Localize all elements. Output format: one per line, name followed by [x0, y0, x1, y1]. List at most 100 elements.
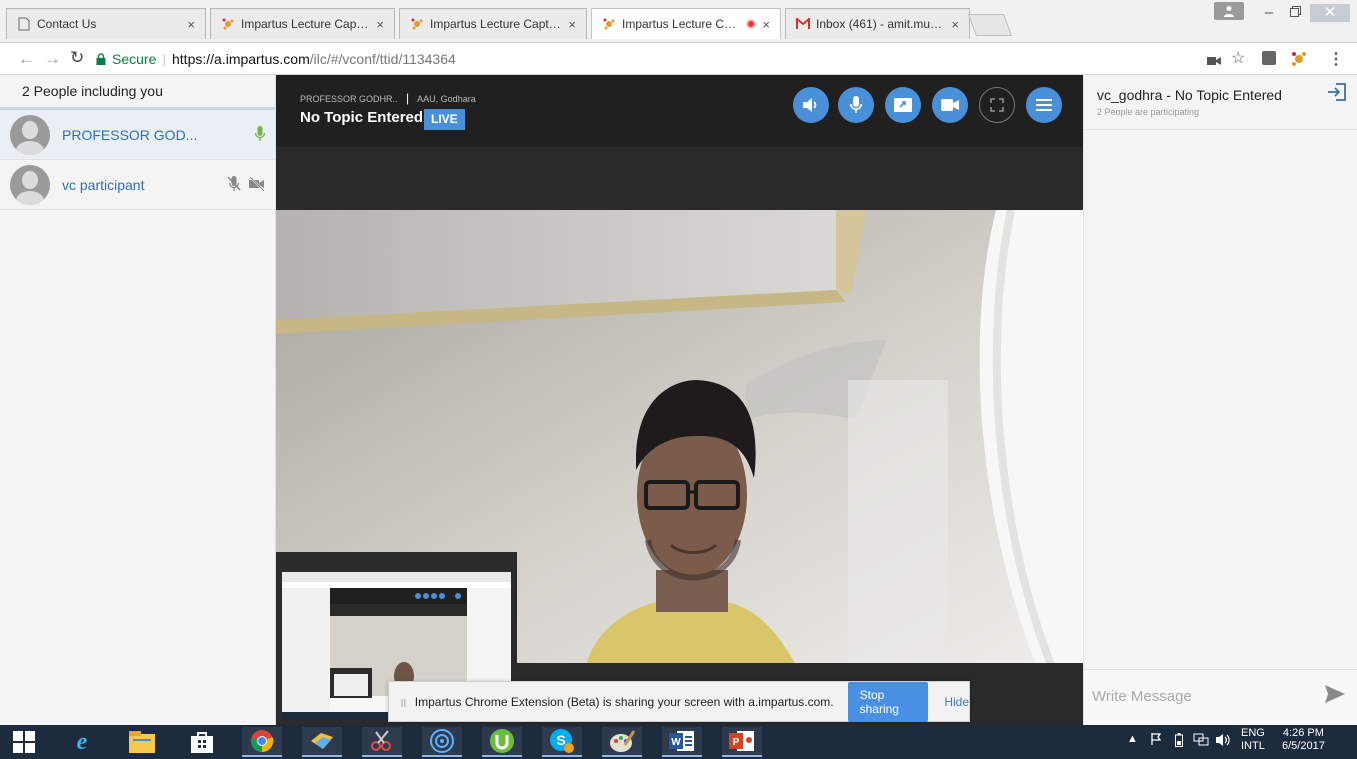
- tab-title: Inbox (461) - amit.mukhe: [816, 17, 946, 31]
- chat-subtitle: 2 People are participating: [1097, 107, 1200, 117]
- impartus-extension-icon[interactable]: [1290, 49, 1308, 72]
- action-flag-icon[interactable]: [1151, 733, 1165, 748]
- taskbar-snipping[interactable]: [362, 727, 402, 757]
- taskbar-files[interactable]: [302, 727, 342, 757]
- taskbar-media[interactable]: [422, 727, 462, 757]
- close-icon[interactable]: ×: [187, 17, 195, 32]
- close-window-icon[interactable]: ✕: [1310, 4, 1350, 22]
- fullscreen-icon: [990, 98, 1004, 112]
- tab-impartus-active[interactable]: Impartus Lecture Capture ×: [591, 8, 781, 39]
- start-icon: [13, 731, 35, 753]
- secure-indicator[interactable]: Secure: [96, 51, 156, 67]
- back-icon[interactable]: ←: [18, 49, 35, 69]
- extension-icon[interactable]: [1262, 51, 1276, 65]
- store-icon: [191, 732, 213, 753]
- file-explorer-icon: [129, 731, 155, 753]
- tab-impartus-1[interactable]: Impartus Lecture Capture ×: [210, 8, 395, 39]
- reload-icon[interactable]: ↻: [70, 48, 84, 68]
- close-icon[interactable]: ×: [951, 17, 959, 32]
- impartus-icon: [410, 17, 424, 31]
- volume-icon: [803, 98, 817, 112]
- powerpoint-icon: P: [729, 731, 754, 751]
- windows-taskbar: e S W P ▲ ENG INTL 4:26 PM 6/5/2017: [0, 725, 1357, 759]
- taskbar-ie[interactable]: e: [62, 727, 102, 757]
- volume-button[interactable]: [793, 87, 829, 123]
- browser-tab-strip: Contact Us × Impartus Lecture Capture × …: [0, 0, 1357, 43]
- fullscreen-button[interactable]: [979, 87, 1015, 123]
- screen-share-icon: [894, 98, 912, 112]
- close-icon[interactable]: ×: [762, 17, 770, 32]
- minimize-icon[interactable]: –: [1257, 4, 1281, 22]
- session-info: PROFESSOR GODHR.. | AAU, Godhara: [300, 91, 476, 105]
- close-icon[interactable]: ×: [376, 17, 384, 32]
- battery-icon[interactable]: [1175, 733, 1183, 750]
- restore-icon[interactable]: [1283, 4, 1307, 22]
- ie-icon: e: [76, 728, 88, 755]
- bookmark-star-icon[interactable]: ☆: [1231, 48, 1245, 68]
- message-composer: [1084, 669, 1357, 725]
- tab-title: Contact Us: [37, 17, 97, 31]
- participant-name: PROFESSOR GOD...: [62, 126, 198, 143]
- chat-title: vc_godhra - No Topic Entered: [1097, 87, 1282, 103]
- tab-title: Impartus Lecture Capture: [622, 17, 742, 31]
- camera-icon: [941, 99, 959, 111]
- taskbar-paint[interactable]: [602, 727, 642, 757]
- tab-gmail[interactable]: Inbox (461) - amit.mukhe ×: [785, 8, 970, 39]
- taskbar-file-explorer[interactable]: [122, 727, 162, 757]
- taskbar-store[interactable]: [182, 727, 222, 757]
- participant-item[interactable]: vc participant: [0, 160, 275, 210]
- recording-icon: [746, 19, 757, 29]
- lock-icon: [96, 53, 106, 65]
- participant-item[interactable]: PROFESSOR GOD...: [0, 110, 275, 160]
- camera-button[interactable]: [932, 87, 968, 123]
- forward-icon[interactable]: →: [44, 49, 61, 69]
- clock[interactable]: 4:26 PM 6/5/2017: [1282, 727, 1325, 753]
- taskbar-utorrent[interactable]: [482, 727, 522, 757]
- profile-icon[interactable]: [1214, 2, 1244, 20]
- presenter-name: PROFESSOR GODHR..: [300, 94, 398, 104]
- start-button[interactable]: [4, 727, 44, 757]
- microphone-button[interactable]: [838, 87, 874, 123]
- taskbar-chrome[interactable]: [242, 727, 282, 757]
- session-topic: No Topic Entered: [300, 109, 424, 126]
- drag-handle-icon[interactable]: ॥: [399, 693, 407, 711]
- close-icon[interactable]: ×: [568, 17, 576, 32]
- chat-divider: [1084, 129, 1357, 130]
- tray-expand-icon[interactable]: ▲: [1127, 733, 1138, 745]
- tab-contact-us[interactable]: Contact Us ×: [6, 8, 206, 39]
- avatar: [10, 114, 50, 155]
- network-icon[interactable]: [1193, 733, 1209, 750]
- language-indicator[interactable]: ENG INTL: [1241, 727, 1265, 753]
- mic-on-icon[interactable]: [254, 126, 266, 147]
- chrome-menu-icon[interactable]: ⋮: [1328, 49, 1344, 69]
- send-icon[interactable]: [1324, 684, 1346, 709]
- screen-sharing-notification: ॥ Impartus Chrome Extension (Beta) is sh…: [388, 681, 970, 722]
- gmail-icon: [796, 17, 810, 31]
- volume-tray-icon[interactable]: [1215, 733, 1231, 750]
- camera-blocked-icon[interactable]: [1207, 53, 1221, 71]
- session-toolbar: PROFESSOR GODHR.. | AAU, Godhara No Topi…: [276, 75, 1083, 147]
- tab-impartus-2[interactable]: Impartus Lecture Capture ×: [399, 8, 587, 39]
- message-input[interactable]: [1092, 682, 1302, 710]
- menu-button[interactable]: [1026, 87, 1062, 123]
- mic-muted-icon[interactable]: [227, 176, 241, 197]
- taskbar-powerpoint[interactable]: P: [722, 727, 762, 757]
- svg-text:S: S: [556, 732, 565, 748]
- exit-icon[interactable]: [1327, 83, 1347, 106]
- sharing-message: Impartus Chrome Extension (Beta) is shar…: [414, 694, 834, 709]
- address-bar: ← → ↻ Secure | https://a.impartus.com/il…: [0, 43, 1357, 75]
- language-code: ENG: [1241, 727, 1265, 739]
- url-field[interactable]: Secure | https://a.impartus.com/ilc/#/vc…: [96, 47, 1216, 71]
- page-icon: [17, 17, 31, 31]
- stop-sharing-button[interactable]: Stop sharing: [847, 681, 929, 722]
- clock-time: 4:26 PM: [1282, 727, 1324, 739]
- presenter-location: AAU, Godhara: [417, 94, 476, 104]
- taskbar-skype[interactable]: S: [542, 727, 582, 757]
- video-off-icon[interactable]: [249, 176, 265, 196]
- skype-icon: S: [550, 729, 574, 753]
- screen-share-button[interactable]: [885, 87, 921, 123]
- participants-panel: 2 People including you PROFESSOR GOD... …: [0, 75, 276, 725]
- hide-button[interactable]: Hide: [944, 695, 969, 709]
- taskbar-word[interactable]: W: [662, 727, 702, 757]
- new-tab-button[interactable]: [967, 14, 1013, 36]
